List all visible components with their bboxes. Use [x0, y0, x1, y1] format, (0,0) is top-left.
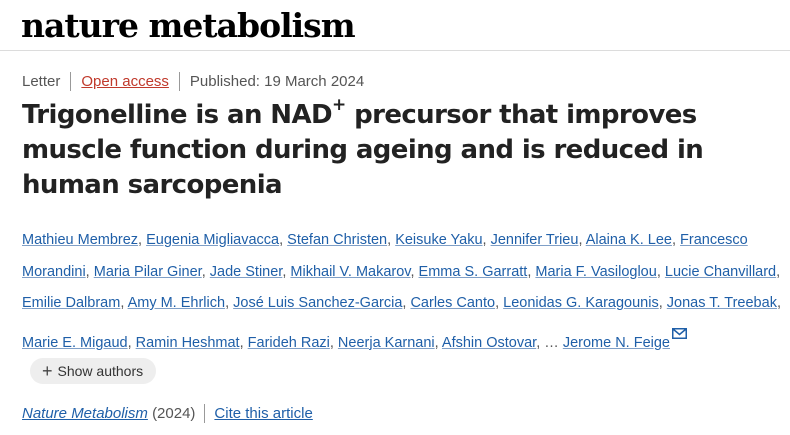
publication-year: (2024) — [152, 404, 196, 422]
article-meta: Letter Open access Published: 19 March 2… — [22, 71, 364, 91]
article-title: Trigonelline is an NAD+ precursor that i… — [22, 95, 762, 203]
meta-separator — [70, 71, 72, 91]
authors-ellipsis: … — [544, 334, 559, 351]
author-link[interactable]: Keisuke Yaku — [395, 232, 482, 248]
author-link[interactable]: Jade Stiner — [210, 264, 283, 280]
author-link[interactable]: Ramin Heshmat — [136, 335, 240, 351]
mail-icon[interactable] — [672, 320, 687, 352]
author-link[interactable]: Maria F. Vasiloglou — [535, 264, 656, 280]
open-access-link[interactable]: Open access — [81, 73, 169, 90]
author-link[interactable]: Jonas T. Treebak — [667, 295, 777, 311]
title-superscript: + — [331, 95, 346, 116]
article-type: Letter — [22, 72, 61, 90]
author-link[interactable]: Emilie Dalbram — [22, 295, 120, 311]
author-link[interactable]: Emma S. Garratt — [419, 264, 528, 280]
author-link[interactable]: Eugenia Migliavacca — [146, 232, 279, 248]
author-link[interactable]: Mikhail V. Makarov — [290, 264, 410, 280]
author-link[interactable]: Jennifer Trieu — [491, 232, 579, 248]
author-link[interactable]: Marie E. Migaud — [22, 335, 128, 351]
citation-line: Nature Metabolism (2024) Cite this artic… — [22, 403, 313, 423]
author-link[interactable]: Afshin Ostovar — [442, 335, 536, 351]
author-link[interactable]: Lucie Chanvillard — [665, 264, 776, 280]
author-list: Mathieu Membrez, Eugenia Migliavacca, St… — [22, 225, 782, 391]
show-authors-button[interactable]: + Show authors — [30, 358, 157, 384]
meta-separator — [178, 71, 180, 91]
author-link[interactable]: Neerja Karnani — [338, 335, 435, 351]
title-text-start: Trigonelline is an NAD — [22, 100, 333, 130]
plus-icon: + — [42, 361, 53, 381]
author-link[interactable]: Leonidas G. Karagounis — [503, 295, 659, 311]
citation-separator — [204, 403, 206, 423]
header-divider — [0, 50, 790, 51]
author-link[interactable]: Stefan Christen — [287, 232, 387, 248]
cite-article-link[interactable]: Cite this article — [214, 405, 312, 422]
author-link[interactable]: Carles Canto — [410, 295, 495, 311]
show-authors-label: Show authors — [57, 363, 144, 379]
author-link[interactable]: José Luis Sanchez-Garcia — [233, 295, 402, 311]
author-link[interactable]: Maria Pilar Giner — [94, 264, 202, 280]
published-date: Published: 19 March 2024 — [189, 72, 365, 90]
author-link[interactable]: Farideh Razi — [248, 335, 330, 351]
author-link[interactable]: Alaina K. Lee — [586, 232, 672, 248]
journal-name-link[interactable]: Nature Metabolism — [22, 405, 148, 422]
author-link[interactable]: Mathieu Membrez — [22, 232, 138, 248]
author-link[interactable]: Amy M. Ehrlich — [128, 295, 226, 311]
corresponding-author-link[interactable]: Jerome N. Feige — [563, 335, 670, 351]
journal-masthead[interactable]: nature metabolism — [21, 6, 356, 45]
